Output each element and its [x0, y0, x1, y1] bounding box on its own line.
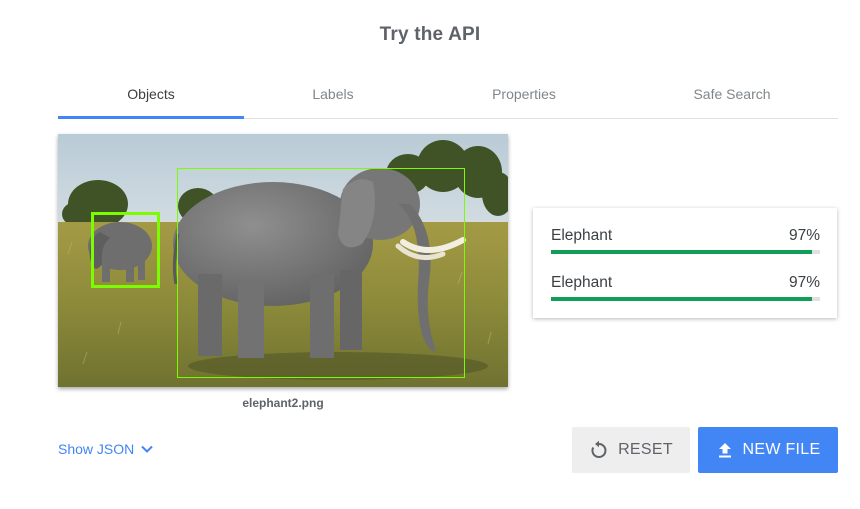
score-bar [551, 250, 820, 254]
bounding-box-small-elephant [91, 212, 160, 288]
tab-properties[interactable]: Properties [422, 76, 626, 118]
show-json-toggle[interactable]: Show JSON [58, 441, 154, 457]
chevron-down-icon [141, 445, 153, 453]
bounding-box-large-elephant [177, 168, 465, 378]
image-filename: elephant2.png [242, 396, 324, 410]
new-file-button[interactable]: NEW FILE [698, 427, 838, 473]
reset-label: RESET [618, 441, 673, 458]
result-name: Elephant [551, 227, 613, 244]
result-name: Elephant [551, 274, 613, 291]
reset-icon [591, 440, 607, 458]
reset-button[interactable]: RESET [572, 427, 690, 473]
upload-icon [718, 443, 731, 458]
show-json-label: Show JSON [58, 441, 135, 457]
result-row: Elephant 97% [551, 274, 820, 306]
score-bar-fill [551, 297, 812, 301]
objects-result-card: Elephant 97% Elephant 97% [533, 208, 837, 318]
score-bar [551, 297, 820, 301]
score-bar-fill [551, 250, 812, 254]
result-score: 97% [788, 274, 820, 291]
analyzed-image [58, 134, 508, 387]
tab-safe-search[interactable]: Safe Search [626, 76, 838, 118]
page-title: Try the API [379, 24, 481, 45]
result-score: 97% [788, 227, 820, 244]
result-row: Elephant 97% [551, 227, 820, 259]
tab-objects[interactable]: Objects [58, 76, 244, 119]
tab-bar: Objects Labels Properties Safe Search [58, 76, 838, 119]
tab-labels[interactable]: Labels [244, 76, 422, 118]
new-file-label: NEW FILE [742, 441, 821, 458]
